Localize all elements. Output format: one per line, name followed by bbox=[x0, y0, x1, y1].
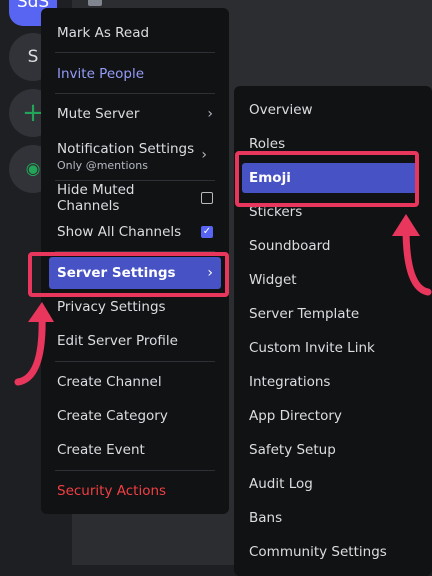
submenu-item-label: Integrations bbox=[249, 374, 331, 390]
chevron-right-icon: › bbox=[207, 106, 213, 122]
menu-item-label: Show All Channels bbox=[57, 224, 182, 240]
integrations-item[interactable]: Integrations bbox=[242, 367, 418, 397]
server-template-item[interactable]: Server Template bbox=[242, 299, 418, 329]
menu-separator bbox=[55, 361, 215, 362]
mark-as-read-item[interactable]: Mark As Read bbox=[49, 17, 221, 49]
community-settings-item[interactable]: Community Settings bbox=[242, 537, 418, 567]
menu-item-label: Edit Server Profile bbox=[57, 333, 178, 349]
custom-invite-link-item[interactable]: Custom Invite Link bbox=[242, 333, 418, 363]
invite-people-item[interactable]: Invite People bbox=[49, 58, 221, 90]
app-directory-item[interactable]: App Directory bbox=[242, 401, 418, 431]
create-event-item[interactable]: Create Event bbox=[49, 434, 221, 466]
checkbox-checked-icon[interactable]: ✓ bbox=[201, 226, 213, 238]
menu-item-label: Mute Server bbox=[57, 106, 140, 122]
submenu-item-label: Overview bbox=[249, 102, 313, 118]
edit-server-profile-item[interactable]: Edit Server Profile bbox=[49, 325, 221, 357]
create-channel-item[interactable]: Create Channel bbox=[49, 366, 221, 398]
submenu-item-label: Server Template bbox=[249, 306, 360, 322]
chevron-right-icon: › bbox=[201, 147, 207, 163]
submenu-item-label: Community Settings bbox=[249, 544, 387, 560]
menu-item-label: Create Event bbox=[57, 442, 145, 458]
menu-separator bbox=[55, 470, 215, 471]
bans-item[interactable]: Bans bbox=[242, 503, 418, 533]
server-settings-highlight bbox=[28, 252, 229, 297]
notification-level-text: Only @mentions bbox=[57, 158, 148, 172]
submenu-item-label: App Directory bbox=[249, 408, 342, 424]
emoji-highlight bbox=[235, 151, 419, 207]
overview-item[interactable]: Overview bbox=[242, 95, 418, 125]
menu-item-label: Mark As Read bbox=[57, 25, 150, 41]
menu-item-label: Hide Muted Channels bbox=[57, 182, 135, 214]
mute-server-item[interactable]: Mute Server › bbox=[49, 98, 221, 130]
menu-item-label: Notification Settings bbox=[57, 140, 195, 157]
show-all-channels-item[interactable]: Show All Channels ✓ bbox=[49, 216, 221, 248]
safety-setup-item[interactable]: Safety Setup bbox=[242, 435, 418, 465]
notification-settings-item[interactable]: Notification Settings Only @mentions › bbox=[49, 136, 221, 176]
submenu-item-label: Safety Setup bbox=[249, 442, 336, 458]
submenu-item-label: Soundboard bbox=[249, 238, 331, 254]
menu-item-label: Privacy Settings bbox=[57, 299, 166, 315]
security-actions-item[interactable]: Security Actions bbox=[49, 475, 221, 507]
menu-item-label: Create Channel bbox=[57, 374, 162, 390]
menu-separator bbox=[55, 93, 215, 94]
server-label: S bbox=[27, 47, 39, 67]
menu-item-label: Create Category bbox=[57, 408, 168, 424]
submenu-item-label: Roles bbox=[249, 136, 286, 152]
checkbox-unchecked-icon[interactable] bbox=[201, 192, 213, 204]
channel-header-icon bbox=[88, 0, 102, 6]
menu-item-label: Security Actions bbox=[57, 483, 167, 499]
hide-muted-channels-item[interactable]: Hide Muted Channels bbox=[49, 182, 221, 214]
submenu-item-label: Bans bbox=[249, 510, 283, 526]
submenu-item-label: Audit Log bbox=[249, 476, 313, 492]
up-arrow-annotation-left bbox=[14, 302, 54, 386]
submenu-item-label: Widget bbox=[249, 272, 297, 288]
audit-log-item[interactable]: Audit Log bbox=[242, 469, 418, 499]
up-arrow-annotation-right bbox=[392, 214, 432, 296]
menu-separator bbox=[55, 52, 215, 53]
submenu-item-label: Custom Invite Link bbox=[249, 340, 375, 356]
create-category-item[interactable]: Create Category bbox=[49, 400, 221, 432]
menu-separator bbox=[55, 180, 215, 181]
menu-item-label: Invite People bbox=[57, 66, 145, 82]
compass-icon: ◉ bbox=[25, 159, 41, 179]
